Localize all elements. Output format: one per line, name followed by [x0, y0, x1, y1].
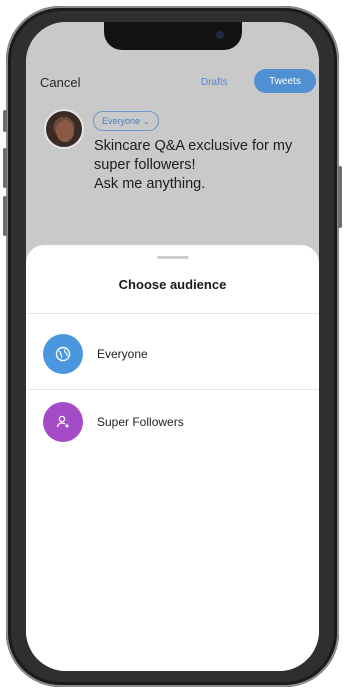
sheet-title: Choose audience [118, 277, 227, 292]
cancel-button[interactable]: Cancel [40, 75, 80, 90]
mute-switch [3, 110, 7, 132]
power-button [338, 166, 342, 228]
phone-screen: Cancel Drafts Tweets Everyone ⌄ Skincare… [26, 22, 319, 671]
avatar [44, 109, 84, 149]
drafts-button[interactable]: Drafts [201, 77, 228, 88]
super-follower-icon [43, 402, 83, 442]
audience-option-everyone[interactable]: Everyone [26, 321, 319, 387]
volume-down-button [3, 196, 7, 236]
globe-icon [43, 334, 83, 374]
audience-option-label: Super Followers [97, 415, 184, 429]
phone-frame: Cancel Drafts Tweets Everyone ⌄ Skincare… [3, 6, 342, 687]
tweet-composer: Cancel Drafts Tweets Everyone ⌄ Skincare… [26, 22, 319, 267]
tweet-text-input[interactable]: Skincare Q&A exclusive for my super foll… [94, 137, 314, 194]
front-camera [216, 31, 224, 39]
notch [104, 22, 242, 50]
audience-option-super-followers[interactable]: Super Followers [26, 389, 319, 455]
chevron-down-icon: ⌄ [143, 116, 150, 126]
audience-option-label: Everyone [97, 347, 148, 361]
sheet-drag-handle[interactable] [157, 256, 189, 259]
audience-selector-label: Everyone [102, 116, 141, 126]
divider [26, 313, 319, 314]
tweet-button[interactable]: Tweets [254, 69, 316, 93]
audience-bottom-sheet: Choose audience Everyone Super Followers [26, 245, 319, 671]
tweet-text-line: super followers! [94, 157, 196, 173]
audience-selector[interactable]: Everyone ⌄ [93, 111, 159, 131]
tweet-text-line: Skincare Q&A exclusive for my [94, 138, 293, 154]
tweet-text-line: Ask me anything. [94, 176, 206, 192]
volume-up-button [3, 148, 7, 188]
